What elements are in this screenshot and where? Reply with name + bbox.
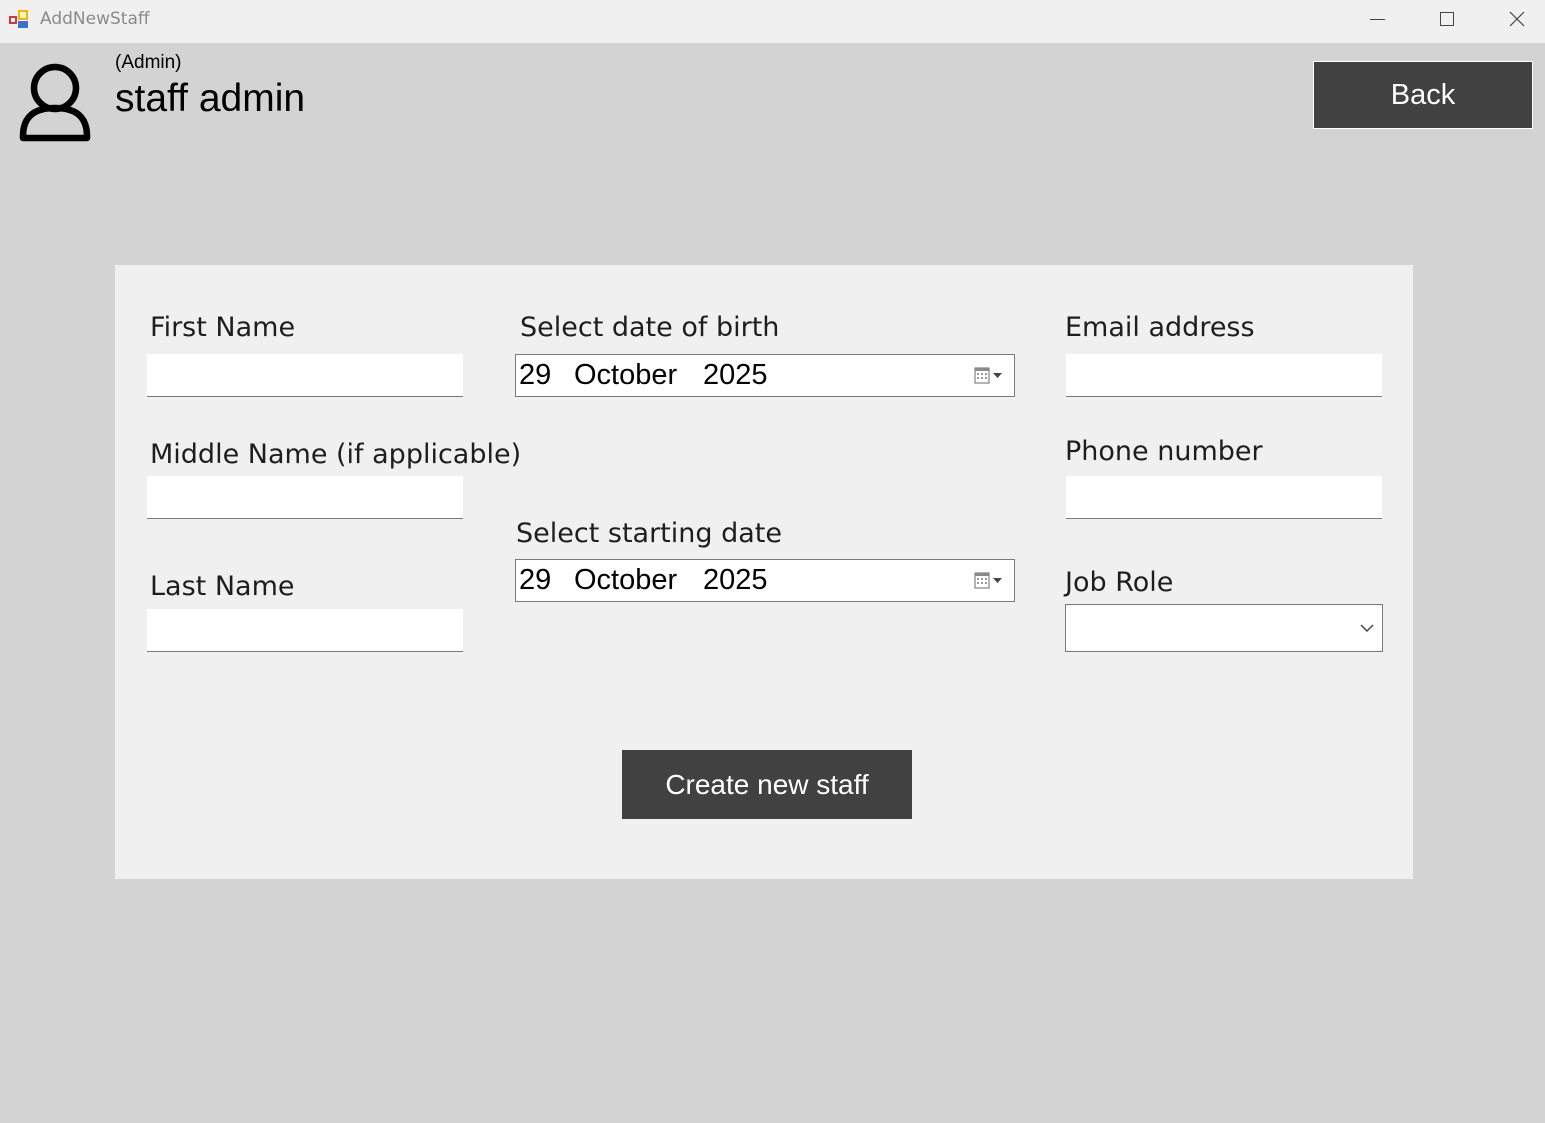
date-of-birth-year[interactable]: 2025 <box>703 359 768 392</box>
close-button[interactable] <box>1481 0 1545 43</box>
starting-date-year[interactable]: 2025 <box>703 564 768 597</box>
job-role-label: Job Role <box>1065 567 1174 598</box>
phone-field[interactable] <box>1066 476 1382 519</box>
starting-date-month[interactable]: October <box>574 564 677 597</box>
app-icon <box>9 10 28 28</box>
back-button[interactable]: Back <box>1313 61 1533 129</box>
title-bar: AddNewStaff <box>0 0 1545 43</box>
middle-name-field[interactable] <box>147 476 463 519</box>
create-staff-button[interactable]: Create new staff <box>622 750 912 819</box>
user-role: (Admin) <box>115 52 182 73</box>
email-field[interactable] <box>1066 354 1382 397</box>
date-of-birth-month[interactable]: October <box>574 359 677 392</box>
first-name-label: First Name <box>150 312 296 343</box>
minimize-icon <box>1370 19 1385 20</box>
date-of-birth-picker[interactable]: 29 October 2025 <box>515 354 1015 397</box>
chevron-down-icon <box>1360 624 1374 633</box>
email-label: Email address <box>1065 312 1255 343</box>
maximize-icon <box>1440 12 1454 26</box>
maximize-button[interactable] <box>1412 0 1480 43</box>
middle-name-label: Middle Name (if applicable) <box>150 439 522 470</box>
last-name-label: Last Name <box>150 571 295 602</box>
starting-date-day[interactable]: 29 <box>519 564 551 597</box>
last-name-field[interactable] <box>147 609 463 652</box>
calendar-dropdown-icon[interactable] <box>972 571 1006 591</box>
date-of-birth-day[interactable]: 29 <box>519 359 551 392</box>
job-role-select[interactable] <box>1065 604 1383 652</box>
close-icon <box>1509 11 1525 27</box>
minimize-button[interactable] <box>1343 0 1411 43</box>
calendar-dropdown-icon[interactable] <box>972 366 1006 386</box>
starting-date-picker[interactable]: 29 October 2025 <box>515 559 1015 602</box>
date-of-birth-label: Select date of birth <box>520 312 780 343</box>
starting-date-label: Select starting date <box>516 518 782 549</box>
window-title: AddNewStaff <box>40 9 150 29</box>
user-name: staff admin <box>115 77 306 120</box>
first-name-field[interactable] <box>147 354 463 397</box>
user-icon <box>19 63 91 142</box>
phone-label: Phone number <box>1065 436 1263 467</box>
